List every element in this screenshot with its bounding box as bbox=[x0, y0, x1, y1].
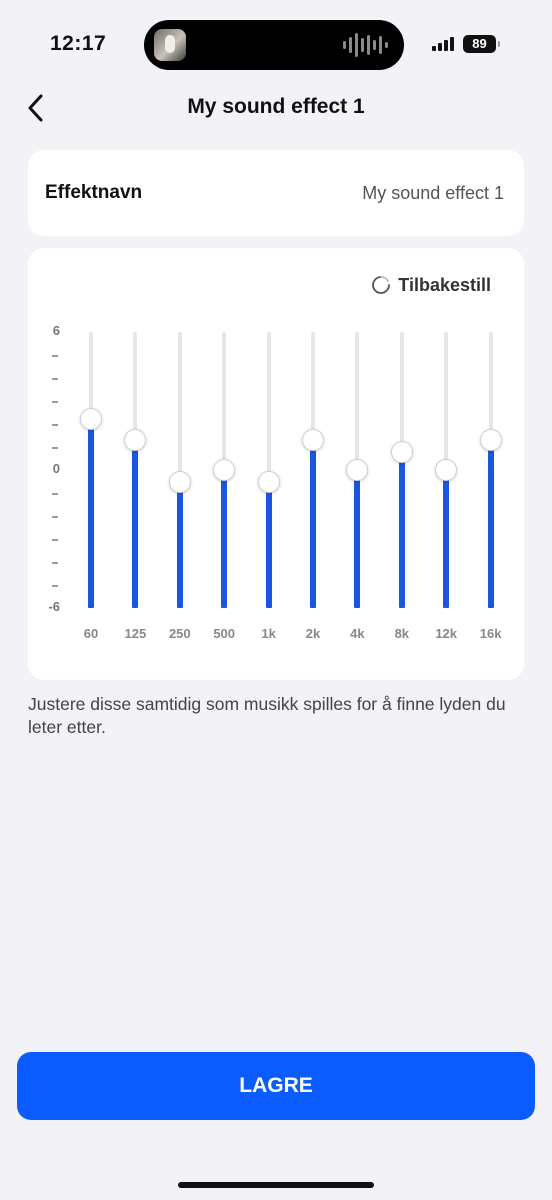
y-axis-tick bbox=[52, 516, 58, 518]
eq-slider-fill bbox=[398, 451, 405, 608]
y-axis-tick bbox=[52, 447, 58, 449]
y-axis-tick bbox=[52, 355, 58, 357]
eq-slider-fill bbox=[221, 470, 228, 608]
y-axis-tick bbox=[52, 585, 58, 587]
eq-slider-knob[interactable] bbox=[213, 459, 236, 481]
eq-slider-16k[interactable] bbox=[477, 332, 505, 608]
eq-slider-knob[interactable] bbox=[302, 429, 324, 452]
dynamic-island[interactable] bbox=[144, 20, 404, 70]
eq-slider-fill bbox=[354, 470, 361, 608]
status-bar: 12:17 89 bbox=[0, 0, 552, 90]
y-axis-tick bbox=[52, 539, 58, 541]
y-axis-label: -6 bbox=[48, 599, 60, 614]
page-title: My sound effect 1 bbox=[187, 95, 365, 118]
eq-slider-1k[interactable] bbox=[255, 332, 283, 608]
eq-slider-fill bbox=[310, 440, 316, 608]
reset-button[interactable]: Tilbakestill bbox=[370, 274, 491, 296]
eq-band-label: 16k bbox=[479, 626, 502, 641]
eq-slider-knob[interactable] bbox=[346, 459, 369, 481]
eq-slider-500[interactable] bbox=[210, 332, 238, 608]
eq-slider-fill bbox=[132, 440, 139, 608]
reset-label: Tilbakestill bbox=[398, 274, 491, 295]
eq-slider-fill bbox=[443, 470, 450, 608]
equalizer-card: Tilbakestill 6 0 -6 60 125 250 500 1k 2k 4k 8k 12k… bbox=[28, 248, 524, 680]
y-axis-tick bbox=[52, 401, 58, 403]
eq-slider-fill bbox=[487, 440, 494, 608]
effect-name-label: Effektnavn bbox=[45, 182, 143, 203]
eq-slider-2k[interactable] bbox=[299, 332, 327, 608]
eq-slider-knob[interactable] bbox=[124, 429, 147, 452]
eq-band-label: 250 bbox=[168, 626, 191, 641]
eq-slider-knob[interactable] bbox=[390, 440, 413, 463]
nav-header: My sound effect 1 bbox=[0, 84, 552, 132]
eq-slider-knob[interactable] bbox=[435, 459, 458, 481]
y-axis-label: 6 bbox=[52, 323, 60, 338]
now-playing-artwork bbox=[154, 29, 186, 61]
eq-slider-knob[interactable] bbox=[80, 408, 102, 431]
eq-slider-fill bbox=[88, 419, 94, 608]
hint-text: Justere disse samtidig som musikk spille… bbox=[28, 694, 506, 737]
eq-band-label: 12k bbox=[435, 626, 458, 641]
audio-waveform-icon bbox=[343, 32, 388, 58]
eq-slider-12k[interactable] bbox=[432, 332, 460, 608]
y-axis-tick bbox=[52, 562, 58, 564]
cellular-signal-icon bbox=[432, 37, 454, 51]
eq-slider-knob[interactable] bbox=[479, 429, 502, 452]
eq-slider-knob[interactable] bbox=[168, 470, 191, 493]
eq-slider-250[interactable] bbox=[166, 332, 194, 608]
save-button[interactable]: LAGRE bbox=[17, 1052, 535, 1120]
eq-slider-60[interactable] bbox=[77, 332, 105, 608]
eq-slider-knob[interactable] bbox=[257, 470, 280, 493]
eq-slider-125[interactable] bbox=[121, 332, 149, 608]
y-axis-tick bbox=[52, 424, 58, 426]
eq-band-label: 125 bbox=[124, 626, 147, 641]
eq-slider-fill bbox=[176, 481, 183, 608]
eq-band-label: 500 bbox=[213, 626, 236, 641]
home-indicator bbox=[178, 1182, 374, 1188]
eq-band-label: 60 bbox=[83, 626, 99, 641]
y-axis-label: 0 bbox=[52, 461, 60, 476]
effect-name-value[interactable]: My sound effect 1 bbox=[362, 183, 504, 204]
y-axis-tick bbox=[52, 493, 58, 495]
effect-name-row[interactable]: Effektnavn My sound effect 1 bbox=[28, 150, 524, 236]
status-time: 12:17 bbox=[50, 32, 107, 55]
eq-slider-fill bbox=[265, 481, 272, 608]
eq-band-label: 2k bbox=[305, 626, 321, 641]
eq-band-label: 4k bbox=[350, 626, 365, 641]
y-axis-tick bbox=[52, 378, 58, 380]
eq-band-label: 1k bbox=[261, 626, 276, 641]
eq-band-label: 8k bbox=[394, 626, 410, 641]
eq-slider-4k[interactable] bbox=[343, 332, 371, 608]
battery-icon: 89 bbox=[463, 35, 500, 53]
reset-icon bbox=[372, 276, 391, 294]
eq-slider-8k[interactable] bbox=[388, 332, 416, 608]
